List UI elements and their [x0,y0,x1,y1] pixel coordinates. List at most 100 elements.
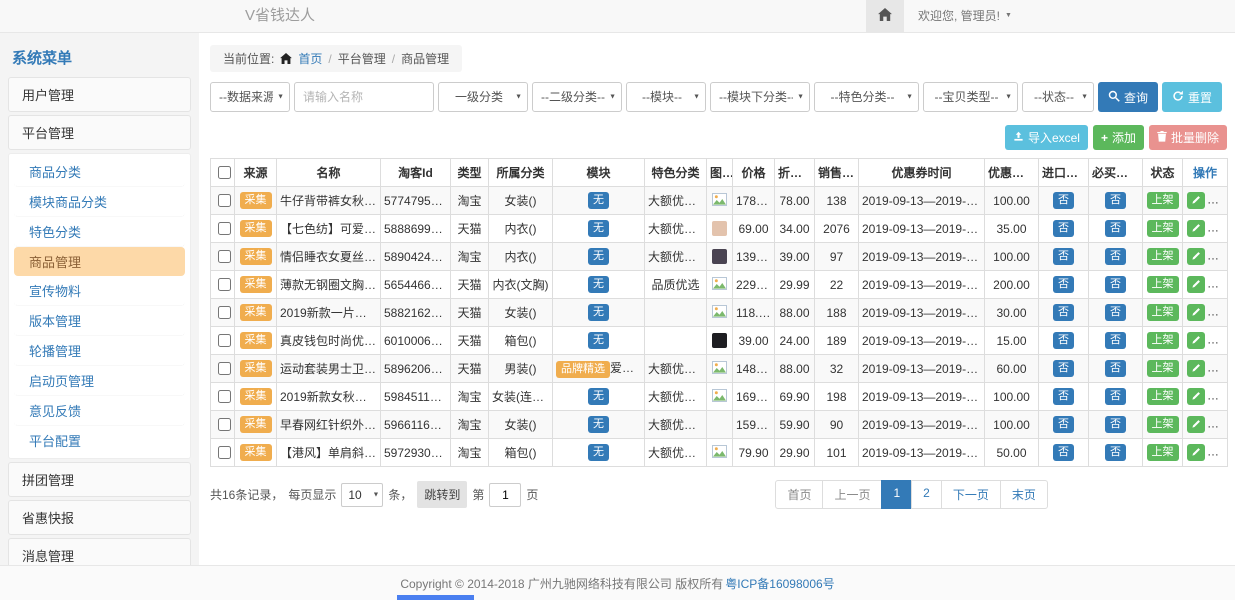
edit-button[interactable] [1187,248,1205,265]
edit-button[interactable] [1187,332,1205,349]
must-buy-toggle[interactable]: 否 [1105,220,1126,237]
must-buy-toggle[interactable]: 否 [1105,304,1126,321]
import-optional-toggle[interactable]: 否 [1053,220,1074,237]
edit-button[interactable] [1187,304,1205,321]
sidebar-group[interactable]: 平台管理 [8,115,191,150]
row-checkbox[interactable] [218,222,231,235]
per-page-select[interactable]: 10 [341,483,383,507]
must-buy-toggle[interactable]: 否 [1105,332,1126,349]
sidebar-item[interactable]: 商品分类 [14,157,185,187]
import-optional-toggle[interactable]: 否 [1053,416,1074,433]
add-button[interactable]: + 添加 [1093,125,1144,150]
reset-button[interactable]: 重置 [1162,82,1222,112]
edit-button[interactable] [1187,360,1205,377]
sidebar-group[interactable]: 省惠快报 [8,500,191,535]
import-optional-toggle[interactable]: 否 [1053,332,1074,349]
user-menu[interactable]: 欢迎您, 管理员! ▼ [904,0,1026,32]
sidebar-group[interactable]: 消息管理 [8,538,191,565]
must-buy-toggle[interactable]: 否 [1105,444,1126,461]
must-buy-toggle[interactable]: 否 [1105,416,1126,433]
status-toggle[interactable]: 上架 [1147,416,1179,433]
import-excel-button[interactable]: 导入excel [1005,125,1088,150]
row-checkbox[interactable] [218,334,231,347]
search-button[interactable]: 查询 [1098,82,1158,112]
import-optional-toggle[interactable]: 否 [1053,304,1074,321]
sidebar-item[interactable]: 版本管理 [14,306,185,336]
row-checkbox[interactable] [218,418,231,431]
filter-select[interactable]: --状态-- [1022,82,1094,112]
breadcrumb-home-link[interactable]: 首页 [298,50,322,67]
cell-coupon-time: 2019-09-13—2019-09-17 [859,271,985,299]
sidebar-item[interactable]: 轮播管理 [14,336,185,366]
sidebar-item[interactable]: 平台配置 [14,426,185,455]
must-buy-toggle[interactable]: 否 [1105,248,1126,265]
sidebar-title: 系统菜单 [8,39,191,77]
filter-data-source-select[interactable]: --数据来源-- [210,82,290,112]
page-number-input[interactable] [489,483,521,507]
status-toggle[interactable]: 上架 [1147,220,1179,237]
row-checkbox[interactable] [218,306,231,319]
edit-button[interactable] [1187,220,1205,237]
home-button[interactable] [866,0,904,32]
pager-button[interactable]: 2 [911,480,942,509]
select-all-checkbox[interactable] [218,166,231,179]
status-toggle[interactable]: 上架 [1147,332,1179,349]
pager-button[interactable]: 上一页 [822,480,882,509]
import-optional-toggle[interactable]: 否 [1053,444,1074,461]
sidebar-item[interactable]: 特色分类 [14,217,185,247]
filter-select[interactable]: 一级分类 [438,82,528,112]
status-toggle[interactable]: 上架 [1147,192,1179,209]
edit-button[interactable] [1187,416,1205,433]
sidebar-item[interactable]: 商品管理 [14,247,185,276]
sidebar-group[interactable]: 拼团管理 [8,462,191,497]
must-buy-toggle[interactable]: 否 [1105,192,1126,209]
status-toggle[interactable]: 上架 [1147,444,1179,461]
status-toggle[interactable]: 上架 [1147,388,1179,405]
sidebar-item[interactable]: 模块商品分类 [14,187,185,217]
name-search-input[interactable] [294,82,434,112]
must-buy-toggle[interactable]: 否 [1105,388,1126,405]
sidebar-item[interactable]: 启动页管理 [14,366,185,396]
edit-button[interactable] [1187,388,1205,405]
row-checkbox[interactable] [218,194,231,207]
jump-button[interactable]: 跳转到 [417,481,467,508]
import-optional-toggle[interactable]: 否 [1053,360,1074,377]
row-checkbox[interactable] [218,250,231,263]
sidebar-item[interactable]: 意见反馈 [14,396,185,426]
import-optional-toggle[interactable]: 否 [1053,388,1074,405]
status-toggle[interactable]: 上架 [1147,276,1179,293]
filter-select[interactable]: --二级分类-- [532,82,622,112]
status-toggle[interactable]: 上架 [1147,248,1179,265]
edit-button[interactable] [1187,276,1205,293]
row-checkbox[interactable] [218,362,231,375]
filter-select[interactable]: --特色分类-- [814,82,919,112]
cell-sales: 2076 [815,215,859,243]
filter-select[interactable]: --宝贝类型-- [923,82,1018,112]
pager-button[interactable]: 首页 [775,480,823,509]
import-optional-toggle[interactable]: 否 [1053,248,1074,265]
status-toggle[interactable]: 上架 [1147,360,1179,377]
row-checkbox[interactable] [218,390,231,403]
must-buy-toggle[interactable]: 否 [1105,360,1126,377]
filter-select[interactable]: --模块-- [626,82,706,112]
sidebar-group[interactable]: 用户管理 [8,77,191,112]
row-checkbox[interactable] [218,446,231,459]
edit-button[interactable] [1187,444,1205,461]
batch-delete-button[interactable]: 批量删除 [1149,125,1227,150]
icp-link[interactable]: 粤ICP备16098006号 [725,575,834,592]
pager-button[interactable]: 1 [881,480,912,509]
pager-button[interactable]: 下一页 [941,480,1001,509]
pager-button[interactable]: 末页 [1000,480,1048,509]
row-checkbox[interactable] [218,278,231,291]
must-buy-toggle[interactable]: 否 [1105,276,1126,293]
sidebar-item[interactable]: 宣传物料 [14,276,185,306]
status-toggle[interactable]: 上架 [1147,304,1179,321]
filter-bar: --数据来源--▼一级分类▼--二级分类--▼--模块--▼--模块下分类--▼… [210,82,1227,112]
table-row: 采集2019新款女秋薄款...598451162391淘宝女装(连衣裙)无大额优… [211,383,1228,411]
scrollbar-thumb[interactable] [397,595,474,600]
filter-select[interactable]: --模块下分类-- [710,82,810,112]
import-optional-toggle[interactable]: 否 [1053,192,1074,209]
edit-button[interactable] [1187,192,1205,209]
cell-import-optional: 否 [1039,383,1089,411]
import-optional-toggle[interactable]: 否 [1053,276,1074,293]
